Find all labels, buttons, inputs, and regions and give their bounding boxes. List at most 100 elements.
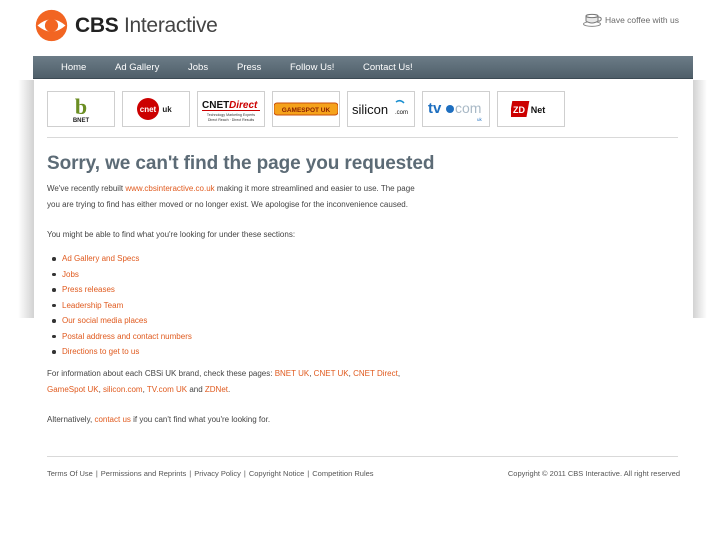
brand-link-zdnet[interactable]: ZDNet	[205, 385, 228, 394]
divider-bottom	[47, 456, 678, 457]
brand-and: and	[187, 384, 205, 394]
list-item: Press releases	[52, 282, 192, 298]
logo-rest: Interactive	[118, 14, 218, 37]
zdnet-label-b: Net	[531, 105, 546, 115]
brand-link-bnet-uk[interactable]: BNET UK	[275, 369, 310, 378]
section-link-press[interactable]: Press releases	[62, 285, 115, 294]
logo-wordmark[interactable]: CBS Interactive	[75, 14, 218, 38]
cnet-direct-logo-icon: CNET Direct Technology Marketing Experts…	[202, 100, 260, 122]
silicon-logo-icon: silicon .com	[352, 99, 408, 117]
brand-end: .	[228, 384, 231, 394]
footer-pipe: |	[95, 469, 98, 478]
footer-link-permissions[interactable]: Permissions and Reprints	[101, 469, 186, 478]
list-item: Leadership Team	[52, 298, 192, 314]
header: CBS Interactive Have coffee with us	[0, 0, 727, 55]
bnet-label: BNET	[73, 118, 90, 124]
alt-text-b: if you can't find what you're looking fo…	[130, 415, 271, 424]
cnet-uk-logo-icon: cnet uk	[137, 98, 172, 120]
alternatively-paragraph: Alternatively, contact us if you can't f…	[47, 412, 270, 428]
cnet-direct-label-a: CNET	[202, 100, 229, 111]
coffee-link[interactable]: Have coffee with us	[582, 13, 679, 27]
brand-info-line-1: For information about each CBSi UK brand…	[47, 366, 400, 382]
sections-list: Ad Gallery and Specs Jobs Press releases…	[52, 251, 192, 360]
footer-pipe: |	[243, 469, 246, 478]
brand-gamespot-uk[interactable]: GAMESPOT UK	[272, 91, 340, 127]
page-shadow-left	[18, 80, 34, 318]
tvcom-logo-icon: tv com uk	[428, 100, 483, 122]
silicon-com-label: .com	[395, 110, 408, 116]
intro-line-2: you are trying to find has either moved …	[47, 199, 408, 209]
cbs-eye-icon[interactable]	[35, 9, 68, 42]
nav-home[interactable]: Home	[61, 62, 86, 73]
brand-silicon[interactable]: silicon .com	[347, 91, 415, 127]
nav-press[interactable]: Press	[237, 62, 261, 73]
list-item: Postal address and contact numbers	[52, 329, 192, 345]
footer-link-copyright-notice[interactable]: Copyright Notice	[249, 469, 304, 478]
brand-link-gamespot-uk[interactable]: GameSpot UK	[47, 385, 99, 394]
cnet-direct-label-b: Direct	[229, 100, 258, 111]
alt-text-a: Alternatively,	[47, 415, 95, 424]
brand-cnet-uk[interactable]: cnet uk	[122, 91, 190, 127]
list-item: Jobs	[52, 267, 192, 283]
footer-link-privacy[interactable]: Privacy Policy	[194, 469, 241, 478]
nav-ad-gallery[interactable]: Ad Gallery	[115, 62, 159, 73]
brand-link-tvcom-uk[interactable]: TV.com UK	[147, 385, 187, 394]
section-link-jobs[interactable]: Jobs	[62, 270, 79, 279]
divider-top	[47, 137, 678, 138]
intro-text-b: making it more streamlined and easier to…	[214, 184, 415, 193]
zdnet-label-a: ZD	[513, 105, 525, 115]
bnet-logo-icon: b BNET	[73, 94, 90, 124]
nav-follow-us[interactable]: Follow Us!	[290, 62, 334, 73]
brand-link-silicon[interactable]: silicon.com	[103, 385, 143, 394]
tvcom-uk-label: uk	[477, 117, 483, 122]
brand-info-text: For information about each CBSi UK brand…	[47, 369, 275, 378]
list-item: Ad Gallery and Specs	[52, 251, 192, 267]
copyright-text: Copyright © 2011 CBS Interactive. All ri…	[507, 469, 680, 478]
nav-jobs[interactable]: Jobs	[188, 62, 208, 73]
intro-line-1: We've recently rebuilt www.cbsinteractiv…	[47, 181, 415, 197]
brand-link-cnet-uk[interactable]: CNET UK	[314, 369, 349, 378]
brand-zdnet[interactable]: ZD Net	[497, 91, 565, 127]
gamespot-label: GAMESPOT UK	[282, 107, 331, 114]
logo-bold: CBS	[75, 14, 119, 37]
brand-info-line-2: GameSpot UK, silicon.com, TV.com UK and …	[47, 382, 400, 398]
coffee-text: Have coffee with us	[604, 15, 679, 25]
brand-link-cnet-direct[interactable]: CNET Direct	[353, 369, 398, 378]
contact-us-link[interactable]: contact us	[94, 415, 130, 424]
footer-link-competition-rules[interactable]: Competition Rules	[312, 469, 373, 478]
list-item: Directions to get to us	[52, 344, 192, 360]
silicon-label: silicon	[352, 102, 388, 117]
coffee-cup-icon	[582, 13, 602, 27]
section-link-social[interactable]: Our social media places	[62, 316, 147, 325]
section-link-ad-gallery[interactable]: Ad Gallery and Specs	[62, 254, 139, 263]
main-nav: Home Ad Gallery Jobs Press Follow Us! Co…	[33, 56, 693, 79]
page-title: Sorry, we can't find the page you reques…	[47, 153, 435, 174]
brand-bnet[interactable]: b BNET	[47, 91, 115, 127]
intro-paragraph: We've recently rebuilt www.cbsinteractiv…	[47, 181, 415, 212]
brand-sep: ,	[397, 369, 401, 378]
section-link-leadership[interactable]: Leadership Team	[62, 301, 123, 310]
sections-intro: You might be able to find what you're lo…	[47, 230, 296, 239]
intro-text-a: We've recently rebuilt	[47, 184, 126, 193]
zdnet-logo-icon: ZD Net	[511, 101, 546, 117]
section-link-directions[interactable]: Directions to get to us	[62, 347, 139, 356]
cnet-uk-label-b: uk	[162, 105, 172, 114]
page-shadow-right	[693, 80, 707, 318]
tvcom-label-b: com	[455, 100, 481, 116]
cnet-direct-tagline: Technology Marketing Experts	[207, 113, 255, 117]
footer-pipe: |	[307, 469, 310, 478]
footer-links: Terms Of Use | Permissions and Reprints | Pr…	[47, 469, 374, 478]
brand-info-paragraph: For information about each CBSi UK brand…	[47, 366, 400, 397]
section-link-postal[interactable]: Postal address and contact numbers	[62, 332, 192, 341]
svg-text:b: b	[75, 94, 87, 119]
footer-pipe: |	[189, 469, 192, 478]
cbsinteractive-link[interactable]: www.cbsinteractive.co.uk	[125, 184, 214, 193]
nav-contact-us[interactable]: Contact Us!	[363, 62, 413, 73]
brand-tvcom-uk[interactable]: tv com uk	[422, 91, 490, 127]
brand-cnet-direct[interactable]: CNET Direct Technology Marketing Experts…	[197, 91, 265, 127]
cnet-uk-label-a: cnet	[140, 105, 157, 114]
footer-link-terms[interactable]: Terms Of Use	[47, 469, 93, 478]
tvcom-label-a: tv	[428, 100, 442, 117]
cnet-direct-tagline2: Direct Reach · Direct Results	[208, 118, 255, 122]
gamespot-logo-icon: GAMESPOT UK	[274, 102, 338, 116]
